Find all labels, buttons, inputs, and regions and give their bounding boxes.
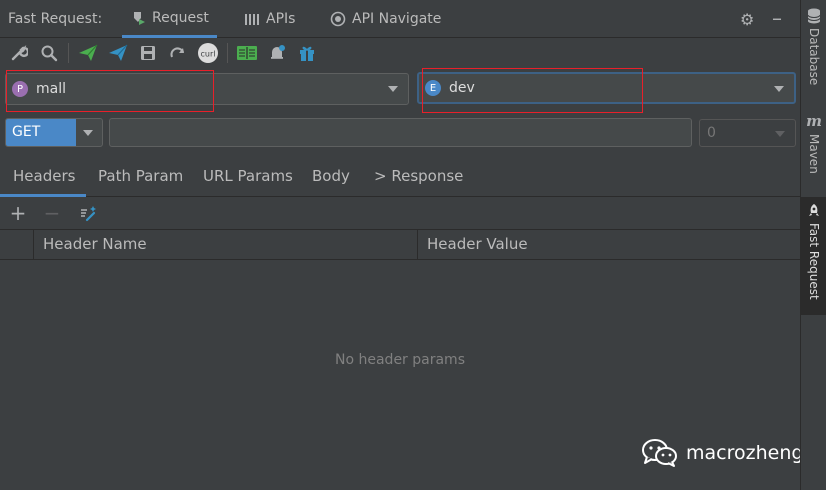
send-green-icon[interactable] <box>77 42 99 64</box>
navigate-icon <box>330 11 346 27</box>
remove-row-icon[interactable]: − <box>42 201 62 225</box>
curl-icon[interactable]: curl <box>197 42 219 64</box>
magic-wand-icon[interactable] <box>78 203 98 223</box>
tab-apis[interactable]: APIs <box>236 0 303 38</box>
column-header-value[interactable]: Header Value <box>417 230 800 259</box>
tab-api-navigate[interactable]: API Navigate <box>322 0 449 38</box>
tab-request[interactable]: Request <box>122 0 217 38</box>
empty-table-message: No header params <box>335 352 465 368</box>
tab-apis-label: APIs <box>266 11 296 27</box>
database-icon <box>807 8 821 24</box>
tool-window-header: Fast Request: Request APIs API Navigate <box>0 0 800 38</box>
row-selector-column <box>0 230 33 259</box>
sidebar-item-database[interactable]: Database <box>801 8 826 98</box>
method-select[interactable]: GET <box>5 118 103 147</box>
chevron-down-icon <box>775 131 785 137</box>
chevron-down-icon <box>83 130 93 136</box>
thread-count-select[interactable]: 0 <box>699 119 796 147</box>
sidebar-item-maven-label: Maven <box>807 134 821 174</box>
request-toolbar: curl <box>0 38 800 68</box>
tab-response[interactable]: > Response <box>374 160 463 197</box>
add-row-icon[interactable]: + <box>8 201 28 225</box>
right-tool-strip: Database m Maven Fast Request <box>800 0 826 490</box>
settings-gear-icon[interactable]: ⚙ <box>740 10 754 29</box>
chevron-down-icon <box>774 86 784 92</box>
maven-icon: m <box>806 112 822 130</box>
notification-bell-icon[interactable] <box>266 42 288 64</box>
watermark-text: macrozheng <box>686 442 804 464</box>
toolbar-separator <box>227 43 228 63</box>
request-icon <box>134 11 145 25</box>
toolbar-separator <box>68 43 69 63</box>
sidebar-item-maven[interactable]: m Maven <box>801 112 826 184</box>
tab-body[interactable]: Body <box>312 160 350 197</box>
gift-icon[interactable] <box>296 42 318 64</box>
tab-api-navigate-label: API Navigate <box>352 11 442 27</box>
sidebar-item-fast-request-label: Fast Request <box>807 223 821 300</box>
sidebar-item-fast-request[interactable]: Fast Request <box>801 197 826 315</box>
minimize-icon[interactable]: – <box>772 6 782 30</box>
save-icon[interactable] <box>137 42 159 64</box>
wrench-icon[interactable] <box>8 42 30 64</box>
book-icon[interactable] <box>236 42 258 64</box>
send-blue-icon[interactable] <box>107 42 129 64</box>
highlight-box-project <box>6 70 214 112</box>
headers-table-header: Header Name Header Value <box>0 229 800 260</box>
sidebar-item-database-label: Database <box>807 28 821 86</box>
highlight-box-environment <box>422 68 643 113</box>
thread-count-value: 0 <box>707 125 716 141</box>
wechat-icon <box>642 439 677 467</box>
method-select-value: GET <box>6 119 76 146</box>
fast-request-panel: Fast Request: Request APIs API Navigate <box>0 0 803 490</box>
request-subtabs: Headers Path Param URL Params Body > Res… <box>0 160 800 197</box>
tab-path-param[interactable]: Path Param <box>98 160 183 197</box>
apis-icon <box>245 14 259 25</box>
url-input[interactable] <box>109 118 692 147</box>
tab-headers[interactable]: Headers <box>0 160 86 197</box>
watermark: macrozheng <box>642 438 803 468</box>
tab-url-params[interactable]: URL Params <box>203 160 293 197</box>
svg-text:curl: curl <box>201 50 216 59</box>
rocket-icon <box>809 204 819 216</box>
column-header-name[interactable]: Header Name <box>33 230 417 259</box>
tool-window-title: Fast Request: <box>8 11 103 27</box>
chevron-down-icon <box>388 86 398 92</box>
redo-icon[interactable] <box>167 42 189 64</box>
search-icon[interactable] <box>38 42 60 64</box>
tab-request-label: Request <box>152 9 209 26</box>
